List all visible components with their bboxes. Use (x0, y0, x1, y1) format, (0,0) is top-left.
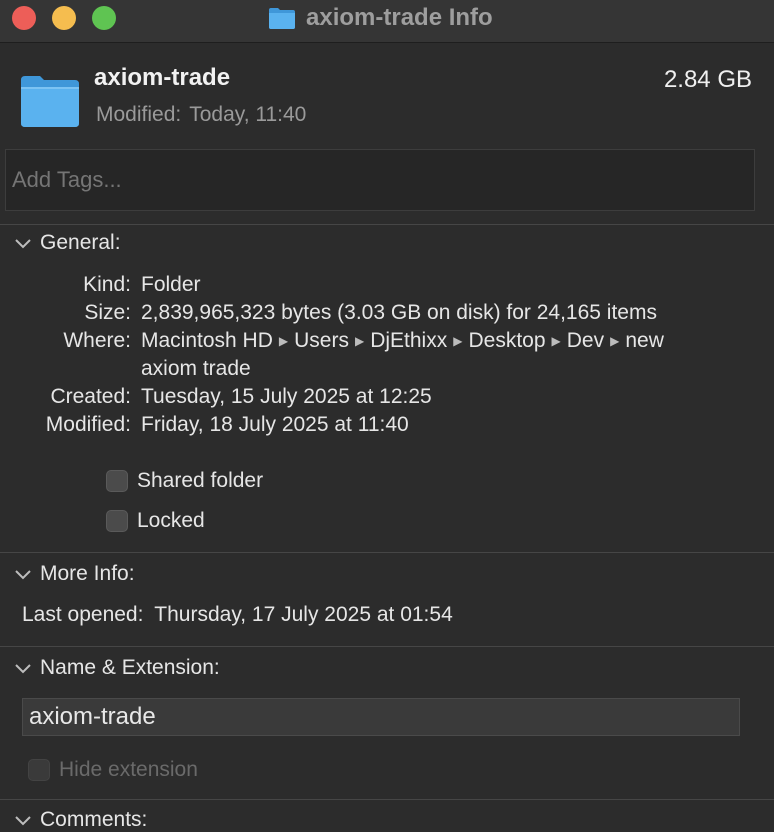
hide-extension-checkbox[interactable] (28, 759, 50, 781)
hide-extension-checkbox-row[interactable]: Hide extension (28, 758, 198, 782)
divider (0, 224, 774, 225)
path-segment-continued: axiom trade (141, 357, 251, 380)
general-heading: General: (40, 231, 121, 254)
path-arrow-icon: ▶ (453, 334, 463, 348)
shared-folder-label: Shared folder (137, 469, 264, 492)
zoom-button[interactable] (92, 6, 116, 30)
path-segment: Desktop (468, 329, 546, 352)
last-opened-label: Last opened: (22, 603, 144, 626)
created-label: Created: (50, 385, 131, 408)
name-extension-section-toggle[interactable]: Name & Extension: (14, 656, 220, 680)
general-section-toggle[interactable]: General: (14, 231, 121, 255)
window-title: axiom-trade Info (306, 4, 493, 31)
divider (0, 799, 774, 800)
modified-value: Friday, 18 July 2025 at 11:40 (141, 413, 409, 436)
size-label: Size: (84, 301, 131, 324)
tags-input[interactable] (5, 149, 755, 211)
kind-label: Kind: (83, 273, 131, 296)
item-name: axiom-trade (94, 64, 231, 91)
path-arrow-icon: ▶ (354, 334, 365, 348)
folder-icon (269, 8, 295, 29)
comments-section-toggle[interactable]: Comments: (14, 808, 147, 832)
header-modified-value: Today, 11:40 (189, 103, 307, 126)
locked-label: Locked (137, 509, 205, 532)
more-info-section-toggle[interactable]: More Info: (14, 562, 135, 586)
last-opened-value: Thursday, 17 July 2025 at 01:54 (154, 603, 453, 626)
created-value: Tuesday, 15 July 2025 at 12:25 (141, 385, 432, 408)
locked-checkbox[interactable] (106, 510, 128, 532)
modified-label: Modified: (45, 413, 131, 436)
path-segment: Dev (566, 329, 605, 352)
shared-folder-checkbox[interactable] (106, 470, 128, 492)
header-modified: Modified: Today, 11:40 (96, 103, 306, 127)
title-bar: axiom-trade Info (0, 0, 774, 43)
path-arrow-icon: ▶ (278, 334, 289, 348)
path-segment: Macintosh HD (141, 329, 273, 352)
window-title-group: axiom-trade Info (268, 3, 493, 33)
item-size: 2.84 GB (663, 66, 752, 93)
path-arrow-icon: ▶ (551, 334, 561, 348)
chevron-down-icon (15, 570, 31, 580)
comments-heading: Comments: (40, 808, 148, 831)
kind-value: Folder (141, 273, 201, 296)
hide-extension-label: Hide extension (59, 758, 198, 781)
folder-icon (21, 76, 79, 127)
divider (0, 646, 774, 647)
locked-checkbox-row[interactable]: Locked (106, 509, 205, 533)
chevron-down-icon (15, 664, 31, 674)
name-field[interactable]: axiom-trade (22, 698, 740, 736)
path-segment: new (625, 329, 664, 352)
close-button[interactable] (12, 6, 36, 30)
chevron-down-icon (15, 239, 31, 249)
shared-folder-checkbox-row[interactable]: Shared folder (106, 469, 263, 493)
size-value: 2,839,965,323 bytes (3.03 GB on disk) fo… (141, 301, 657, 324)
path-arrow-icon: ▶ (610, 334, 620, 348)
minimize-button[interactable] (52, 6, 76, 30)
name-extension-heading: Name & Extension: (40, 656, 220, 679)
where-path: Macintosh HD ▶ Users ▶ DjEthixx ▶ Desktop ▶ Dev ▶… (141, 329, 664, 353)
where-label: Where: (63, 329, 131, 352)
path-segment: Users (294, 329, 349, 352)
more-info-heading: More Info: (40, 562, 135, 585)
last-opened-row: Last opened: Thursday, 17 July 2025 at 0… (22, 603, 453, 627)
divider (0, 552, 774, 553)
path-segment: DjEthixx (370, 329, 448, 352)
chevron-down-icon (15, 816, 31, 826)
header-modified-label: Modified: (96, 103, 182, 126)
